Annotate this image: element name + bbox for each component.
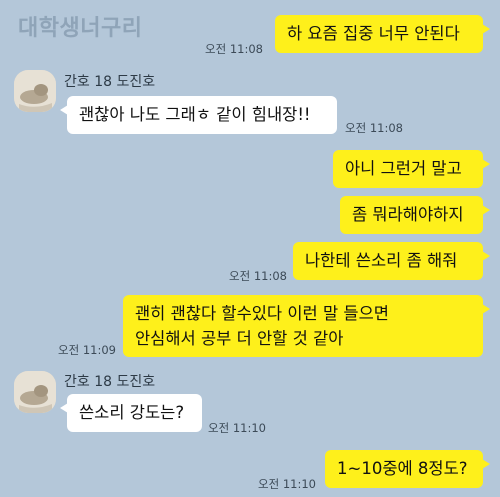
chat-bubble-received[interactable]: 괜찮아 나도 그래ㅎ 같이 힘내장!! [60, 96, 337, 134]
message-line: 안심해서 공부 더 안할 것 같아 [135, 329, 344, 348]
chat-bubble-received[interactable]: 쓴소리 강도는? [60, 394, 202, 432]
message-time: 오전 11:08 [205, 42, 263, 56]
sender-avatar[interactable] [14, 371, 56, 413]
chat-bubble-sent[interactable]: 1~10중에 8정도? [325, 450, 490, 488]
chat-bubble-sent[interactable]: 좀 뭐라해야하지 [340, 196, 490, 234]
chat-window: 대학생너구리 하 요즘 집중 너무 안된다 오전 11:08 간호 18 도진호… [0, 0, 500, 497]
message-time: 오전 11:10 [258, 477, 316, 491]
chat-bubble-sent[interactable]: 나한테 쓴소리 좀 해줘 [293, 242, 490, 280]
message-time: 오전 11:08 [345, 121, 403, 135]
dog-photo-icon [14, 70, 56, 112]
watermark-text: 대학생너구리 [18, 16, 143, 41]
sender-name: 간호 18 도진호 [64, 74, 156, 90]
chat-bubble-sent[interactable]: 괜히 괜찮다 할수있다 이런 말 들으면 안심해서 공부 더 안할 것 같아 [123, 295, 490, 357]
sender-avatar[interactable] [14, 70, 56, 112]
message-time: 오전 11:08 [229, 269, 287, 283]
message-time: 오전 11:09 [58, 343, 116, 357]
message-line: 괜히 괜찮다 할수있다 이런 말 들으면 [135, 304, 389, 323]
message-time: 오전 11:10 [208, 421, 266, 435]
dog-photo-icon [14, 371, 56, 413]
chat-bubble-sent[interactable]: 아니 그런거 말고 [333, 150, 490, 188]
sender-name: 간호 18 도진호 [64, 374, 156, 390]
chat-bubble-sent[interactable]: 하 요즘 집중 너무 안된다 [275, 15, 490, 53]
